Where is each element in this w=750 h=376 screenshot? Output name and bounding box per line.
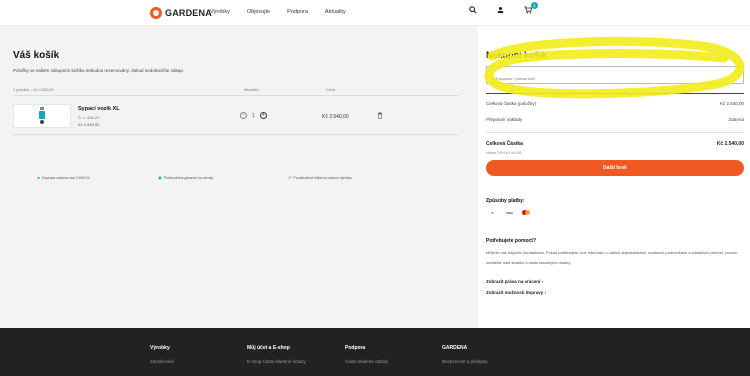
- grand-total-row: Celková Částka Kč 2.540,00: [486, 141, 744, 147]
- footer-heading: Podpora: [345, 345, 366, 351]
- gardena-logo[interactable]: GARDENA: [150, 7, 212, 19]
- trash-icon[interactable]: [377, 112, 383, 119]
- coupon-input[interactable]: [487, 70, 727, 87]
- page-title: Váš košík: [13, 50, 60, 61]
- summary-divider: [486, 93, 744, 94]
- search-icon[interactable]: [469, 6, 477, 14]
- quantity-stepper: − 1 +: [240, 112, 267, 119]
- spreader-product-icon: [38, 107, 46, 125]
- logo-mark-icon: [150, 7, 162, 19]
- nav-item-news[interactable]: Aktuality: [325, 9, 346, 15]
- price-column-header: Cena: [326, 88, 336, 92]
- footer-heading: Výrobky: [150, 345, 170, 351]
- paypal-icon: P: [486, 209, 499, 217]
- footer-col-support: Podpora Často kladené otázky: [345, 345, 388, 364]
- grand-total-value: Kč 2.540,00: [716, 141, 744, 147]
- help-text: Můžete nás kdykoliv kontaktovat. Pokud p…: [486, 250, 738, 265]
- subtotal-row: Celková částka (položky) Kč 2.540,00: [486, 101, 744, 106]
- visa-icon: VISA: [503, 209, 516, 217]
- next-step-button[interactable]: Další krok: [486, 160, 744, 176]
- footer-link[interactable]: Zavlažování: [150, 359, 174, 364]
- product-unit-price: Kč 2.540,00: [78, 122, 100, 127]
- qty-column-header: Množství: [244, 88, 260, 92]
- nav-item-discover[interactable]: Objevujte: [247, 9, 270, 15]
- mastercard-icon: [520, 209, 533, 217]
- coupon-field: +: [486, 66, 744, 87]
- footer-col-products: Výrobky Zavlažování: [150, 345, 174, 364]
- subtotal-value: Kč 2.540,00: [719, 101, 744, 106]
- footer-link[interactable]: Často kladené otázky: [345, 359, 388, 364]
- shipping-value: Zdarma: [728, 117, 744, 122]
- cart-main: Váš košík Položky ve vašem nákupním koší…: [0, 26, 478, 328]
- shipping-options-link[interactable]: Zobrazit možnosti dopravy ›: [486, 290, 546, 295]
- quantity-value: 1: [252, 112, 255, 119]
- shipping-row: Přepravní náklady Zdarma: [486, 117, 744, 122]
- payment-methods: P VISA: [486, 209, 537, 217]
- returns-rights-link[interactable]: Zobrazit práva na vrácení ›: [486, 279, 543, 284]
- footer-col-account: Můj účet a E-shop E-shop Často kladené d…: [247, 345, 306, 364]
- nav-item-products[interactable]: Výrobky: [210, 9, 230, 15]
- benefit-free-shipping: ▰ Doprava zdarma nad 2.500 Kč: [37, 175, 90, 180]
- grand-total-label: Celková Částka: [486, 141, 523, 147]
- payment-methods-title: Způsoby platby:: [486, 198, 525, 204]
- order-summary-panel: Nákupní košík + Celková částka (položky)…: [478, 26, 750, 328]
- benefit-returns: ↺ Prodloužená lhůta na vrácení výrobku: [288, 175, 353, 180]
- header-divider: [13, 95, 458, 96]
- add-coupon-button[interactable]: +: [737, 69, 741, 76]
- item-total-price: Kč 2.540,00: [322, 114, 349, 120]
- product-article-number: Č. v. 436-20: [78, 115, 100, 120]
- decrease-quantity-button[interactable]: −: [240, 112, 247, 119]
- return-icon: ↺: [288, 175, 292, 180]
- increase-quantity-button[interactable]: +: [259, 112, 267, 119]
- footer-col-gardena: GARDENA Bezpečnost a předpisy: [442, 345, 488, 364]
- user-icon[interactable]: [497, 6, 504, 14]
- cart-count-badge: 1: [531, 2, 538, 9]
- product-image[interactable]: [13, 104, 71, 128]
- total-divider: [486, 132, 744, 133]
- nav-item-support[interactable]: Podpora: [287, 9, 308, 15]
- main-nav: Výrobky Objevujte Podpora Aktuality: [210, 9, 363, 15]
- site-footer: Výrobky Zavlažování Můj účet a E-shop E-…: [0, 328, 750, 376]
- subtotal-label: Celková částka (položky): [486, 101, 537, 106]
- cart-note: Položky ve vašem nákupním košíku nebudou…: [13, 68, 185, 73]
- item-divider: [13, 134, 458, 135]
- product-name[interactable]: Sypací vozík XL: [78, 106, 120, 112]
- truck-icon: ▰: [37, 175, 41, 180]
- benefit-warranty: ▣ Prodloužená garance na záruky: [158, 175, 214, 180]
- footer-heading: GARDENA: [442, 345, 468, 351]
- cart-summary-count: 1 položka – Kč 2.540,00: [13, 88, 54, 92]
- shield-icon: ▣: [158, 175, 162, 180]
- footer-link[interactable]: E-shop Často kladené dotazy: [247, 359, 306, 364]
- footer-heading: Můj účet a E-shop: [247, 345, 290, 351]
- shipping-label: Přepravní náklady: [486, 117, 523, 122]
- summary-title: Nákupní košík: [486, 50, 548, 60]
- site-header: GARDENA Výrobky Objevujte Podpora Aktual…: [0, 0, 750, 26]
- vat-note: včetně DPH Kč 440,83: [486, 151, 522, 155]
- help-title: Potřebujete pomoct?: [486, 238, 537, 244]
- footer-link[interactable]: Bezpečnost a předpisy: [442, 359, 488, 364]
- logo-text: GARDENA: [165, 8, 212, 18]
